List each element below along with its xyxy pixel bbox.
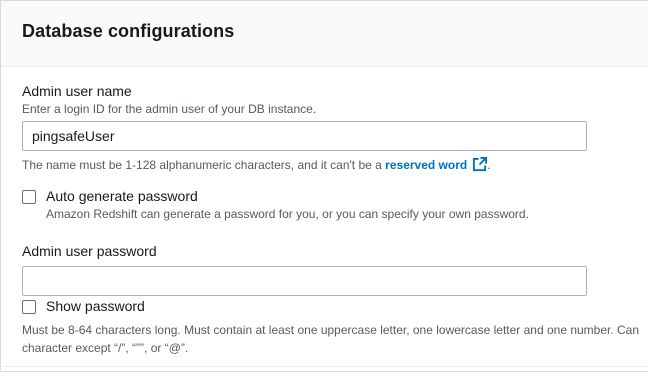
show-password-label[interactable]: Show password (46, 298, 145, 314)
admin-user-name-constraint: The name must be 1-128 alphanumeric char… (22, 157, 491, 175)
show-password-option[interactable]: Show password (22, 298, 145, 314)
password-constraint-line-2: character except “/”, “””, or “@”. (22, 341, 189, 355)
database-configurations-panel: Database configurations (0, 0, 648, 372)
auto-generate-password-label[interactable]: Auto generate password (46, 188, 529, 204)
admin-user-password-constraint: Must be 8-64 characters long. Must conta… (22, 321, 639, 357)
password-constraint-line-1: Must be 8-64 characters long. Must conta… (22, 323, 640, 337)
constraint-suffix: . (487, 158, 491, 172)
auto-generate-password-description: Amazon Redshift can generate a password … (46, 207, 529, 221)
constraint-text: The name must be 1-128 alphanumeric char… (22, 158, 386, 172)
auto-generate-password-text: Auto generate password Amazon Redshift c… (46, 188, 529, 221)
auto-generate-password-checkbox[interactable] (22, 190, 36, 204)
panel-bottom-divider (0, 366, 648, 367)
panel-title: Database configurations (22, 21, 235, 41)
panel-header: Database configurations (1, 1, 648, 67)
show-password-checkbox[interactable] (22, 300, 36, 314)
admin-user-name-input[interactable]: pingsafeUser (22, 121, 587, 151)
admin-user-name-description: Enter a login ID for the admin user of y… (22, 102, 317, 116)
reserved-word-link[interactable]: reserved word (385, 158, 467, 172)
admin-user-name-label: Admin user name (22, 83, 132, 99)
admin-user-password-label: Admin user password (22, 243, 157, 259)
auto-generate-password-option[interactable]: Auto generate password Amazon Redshift c… (22, 188, 529, 221)
show-password-text: Show password (46, 298, 145, 314)
external-link-icon[interactable] (472, 157, 488, 175)
admin-user-password-input[interactable] (22, 266, 587, 296)
